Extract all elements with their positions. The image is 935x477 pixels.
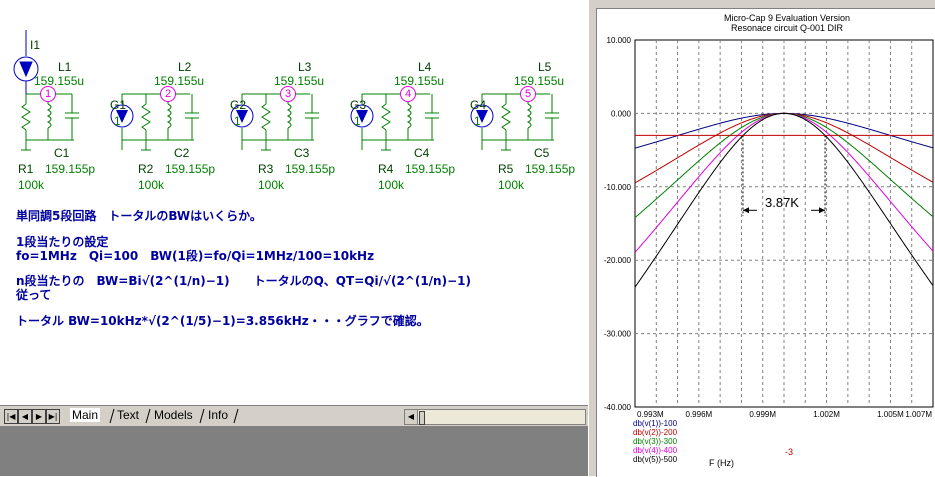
gm-source-value-g3: 1 — [354, 114, 361, 128]
tab-separators — [109, 408, 239, 424]
inductor-value-l4: 159.155u — [394, 74, 445, 88]
resistor-name-r5: R5 — [498, 162, 514, 176]
frequency-response-chart[interactable]: Micro-Cap 9 Evaluation Version Resonace … — [597, 9, 935, 477]
capacitor-value-c5: 159.155p — [525, 162, 576, 176]
capacitor-value-c1: 159.155p — [45, 162, 96, 176]
note-setting-values: fo=1MHz Qi=100 BW(1段)=fo/Qi=1MHz/100=10k… — [16, 249, 375, 263]
legend-entry-4: db(v(4))-400 — [633, 446, 678, 455]
inductor-name-l1: L1 — [58, 60, 72, 74]
bandwidth-annotation: 3.87K — [765, 195, 799, 210]
inductor-value-l1: 159.155u — [34, 74, 85, 88]
plot-title: Micro-Cap 9 Evaluation Version — [724, 13, 850, 23]
x-tick-label: 0.993M — [637, 410, 664, 419]
note-therefore: 従って — [16, 288, 52, 302]
inductor-value-l3: 159.155u — [274, 74, 325, 88]
capacitor-name-c4: C4 — [414, 146, 430, 160]
plot-subtitle: Resonace circuit Q-001 DIR — [731, 23, 844, 33]
resistor-value-r4: 100k — [378, 178, 405, 192]
legend-entry-5: db(v(5))-500 — [633, 455, 678, 464]
gm-source-value-g1: 1 — [114, 114, 121, 128]
gm-source-value-g4: 1 — [474, 114, 481, 128]
gm-source-name-g4: G4 — [470, 98, 487, 112]
bw-right-arrowhead — [819, 207, 826, 214]
scroll-thumb[interactable] — [419, 411, 425, 425]
x-tick-label: 1.007M — [905, 410, 932, 419]
bw-left-arrowhead — [742, 207, 749, 214]
inductor-name-l4: L4 — [418, 60, 432, 74]
resistor-name-r4: R4 — [378, 162, 394, 176]
resistor-value-r2: 100k — [138, 178, 165, 192]
x-tick-label: 0.999M — [749, 410, 776, 419]
x-tick-label: 1.002M — [813, 410, 840, 419]
inductor-value-l5: 159.155u — [514, 74, 565, 88]
x-tick-label: 0.996M — [686, 410, 713, 419]
capacitor-value-c2: 159.155p — [165, 162, 216, 176]
legend-entry-3: db(v(3))-300 — [633, 437, 678, 446]
gm-source-name-g3: G3 — [350, 98, 367, 112]
inductor-name-l3: L3 — [298, 60, 312, 74]
node-marker-5[interactable]: 5 — [520, 86, 536, 102]
gm-source-name-g1: G1 — [110, 98, 127, 112]
node-marker-4[interactable]: 4 — [400, 86, 416, 102]
schematic-canvas[interactable]: I1 L1 159.155u C1 159.155p R1 100k 1 L2 159.155u… — [0, 0, 588, 405]
x-tick-label: 1.005M — [877, 410, 904, 419]
legend-entry-2: db(v(2))-200 — [633, 428, 678, 437]
resistor-name-r2: R2 — [138, 162, 154, 176]
y-tick-label: -40.000 — [604, 403, 632, 412]
capacitor-value-c4: 159.155p — [405, 162, 456, 176]
note-result: トータル BW=10kHz*√(2^(1/5)−1)=3.856kHz・・・グラ… — [16, 314, 429, 328]
stage-1-symbols — [21, 93, 79, 151]
capacitor-value-c3: 159.155p — [285, 162, 336, 176]
plot-area[interactable]: Micro-Cap 9 Evaluation Version Resonace … — [596, 8, 935, 477]
workspace-background — [0, 426, 588, 476]
sheet-tab-bar: |◀ ◀ ▶ ▶| Main Text Models Info ◀ — [0, 405, 588, 426]
resistor-value-r3: 100k — [258, 178, 285, 192]
y-tick-label: -30.000 — [604, 330, 632, 339]
resistor-name-r3: R3 — [258, 162, 274, 176]
resistor-name-r1: R1 — [18, 162, 34, 176]
cursor-value: -3 — [785, 447, 793, 457]
source-label-i1: I1 — [30, 38, 41, 52]
capacitor-name-c5: C5 — [534, 146, 550, 160]
node-marker-2[interactable]: 2 — [160, 86, 176, 102]
inductor-name-l5: L5 — [538, 60, 552, 74]
horizontal-scrollbar[interactable]: ◀ — [404, 409, 586, 425]
y-tick-label: 10.000 — [607, 36, 632, 45]
resistor-value-r1: 100k — [18, 178, 45, 192]
y-tick-label: -20.000 — [604, 256, 632, 265]
y-tick-label: 0.000 — [611, 109, 632, 118]
y-tick-label: -10.000 — [604, 183, 632, 192]
resistor-value-r5: 100k — [498, 178, 525, 192]
capacitor-name-c1: C1 — [54, 146, 70, 160]
node-marker-1[interactable]: 1 — [40, 86, 56, 102]
analysis-plot-window: Micro-Cap 9 Evaluation Version Resonace … — [594, 0, 935, 477]
legend-entry-1: db(v(1))-100 — [633, 419, 678, 428]
gm-source-value-g2: 1 — [234, 114, 241, 128]
scroll-left-icon[interactable]: ◀ — [405, 410, 418, 424]
gm-source-name-g2: G2 — [230, 98, 247, 112]
note-formula: n段当たりの BW=Bi√(2^(1/n)−1) トータルのQ、QT=Qi/√(… — [16, 274, 471, 288]
note-title: 単同調5段回路 トータルのBWはいくらか。 — [16, 209, 262, 223]
inductor-value-l2: 159.155u — [154, 74, 205, 88]
capacitor-name-c3: C3 — [294, 146, 310, 160]
capacitor-name-c2: C2 — [174, 146, 190, 160]
node-marker-3[interactable]: 3 — [280, 86, 296, 102]
inductor-name-l2: L2 — [178, 60, 192, 74]
x-axis-label: F (Hz) — [709, 458, 734, 468]
series-line-4 — [634, 112, 934, 253]
